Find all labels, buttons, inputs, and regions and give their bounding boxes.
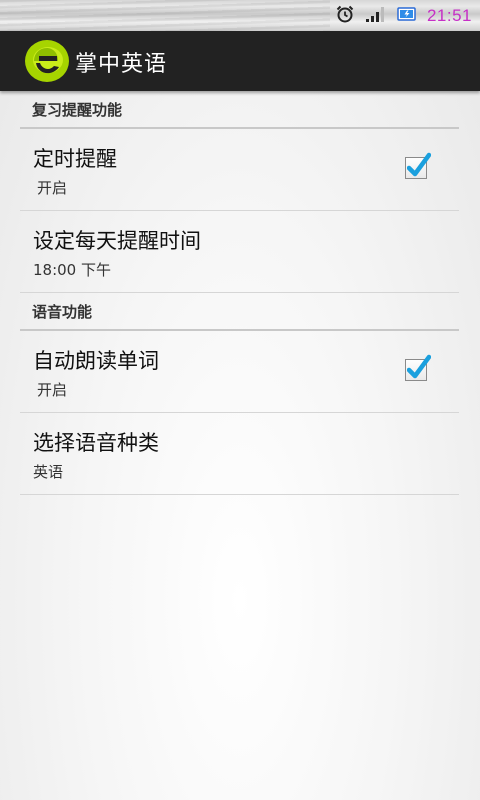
checkmark-icon — [407, 152, 431, 177]
status-bar: 21:51 — [0, 0, 480, 31]
status-icons: 21:51 — [335, 0, 472, 31]
action-bar: 掌中英语 — [0, 31, 480, 91]
app-title: 掌中英语 — [75, 52, 168, 77]
settings-list: 复习提醒功能 定时提醒 开启 设定每天提醒时间 18:00 下午 语音功能 自动… — [20, 91, 459, 495]
battery-icon — [397, 6, 417, 26]
checkmark-icon — [407, 354, 431, 379]
section-header-voice: 语音功能 — [20, 293, 459, 331]
pref-title: 设定每天提醒时间 — [33, 229, 201, 253]
pref-auto-read-words[interactable]: 自动朗读单词 开启 — [20, 331, 459, 413]
auto-read-checkbox[interactable] — [405, 354, 431, 381]
signal-icon — [365, 5, 387, 27]
pref-summary: 18:00 下午 — [33, 261, 111, 279]
pref-voice-type[interactable]: 选择语音种类 英语 — [20, 413, 459, 495]
pref-title: 自动朗读单词 — [33, 349, 159, 373]
section-header-review: 复习提醒功能 — [20, 91, 459, 129]
pref-title: 定时提醒 — [33, 147, 117, 171]
pref-daily-reminder-time[interactable]: 设定每天提醒时间 18:00 下午 — [20, 211, 459, 293]
status-bar-wallpaper — [0, 0, 330, 31]
pref-summary: 开启 — [37, 381, 68, 399]
pref-scheduled-reminder[interactable]: 定时提醒 开启 — [20, 129, 459, 211]
app-logo-e-icon[interactable] — [24, 39, 70, 83]
pref-summary: 开启 — [37, 179, 68, 197]
pref-summary: 英语 — [33, 463, 64, 481]
status-time: 21:51 — [426, 5, 472, 25]
reminder-checkbox[interactable] — [405, 152, 431, 179]
alarm-icon — [335, 4, 355, 28]
pref-title: 选择语音种类 — [33, 431, 159, 455]
